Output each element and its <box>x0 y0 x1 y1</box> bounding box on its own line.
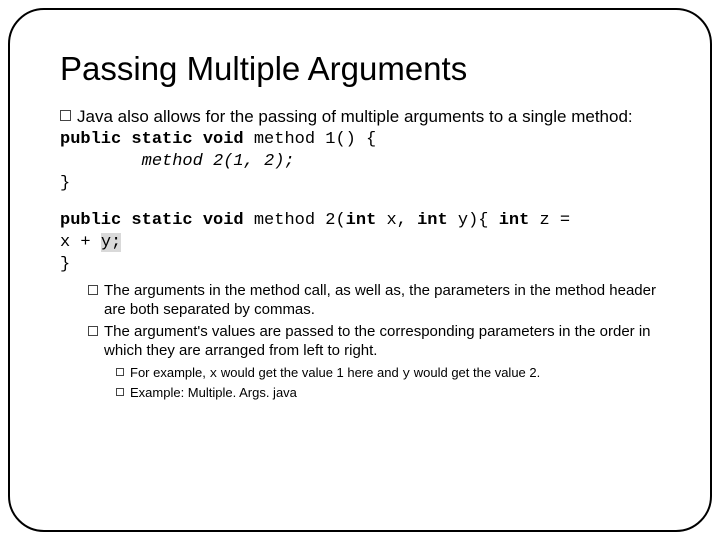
code-call: method 2(1, 2); <box>60 152 295 171</box>
kw-public-static-void-2: public static void <box>60 211 244 230</box>
bullet-java-allows: Java also allows for the passing of mult… <box>60 106 660 127</box>
spacer <box>60 196 660 210</box>
subsub-group: For example, x would get the value 1 her… <box>116 365 660 402</box>
sub-bullet-text: The argument's values are passed to the … <box>104 323 660 361</box>
subsub-text: For example, x would get the value 1 her… <box>130 365 660 383</box>
code-close: } <box>60 174 70 193</box>
sub-bullet-text: The arguments in the method call, as wel… <box>104 282 660 320</box>
code2-rest2: x, <box>376 211 417 230</box>
subsub-example-xy: For example, x would get the value 1 her… <box>116 365 660 383</box>
kw-int-y: int <box>417 211 448 230</box>
subsub-example-file: Example: Multiple. Args. java <box>116 385 660 402</box>
bullet-text: Java also allows for the passing of mult… <box>77 106 660 127</box>
code-block-method2: public static void method 2(int x, int y… <box>60 210 660 276</box>
code-block-method1: public static void method 1() { method 2… <box>60 129 660 195</box>
sub-bullet-order: The argument's values are passed to the … <box>88 323 660 361</box>
slide-frame: Passing Multiple Arguments Java also all… <box>8 8 712 532</box>
kw-int-x: int <box>346 211 377 230</box>
subsub1-b: would get the value 1 here and <box>217 365 402 380</box>
subsub1-c: would get the value 2. <box>410 365 540 380</box>
code2-close: } <box>60 255 70 274</box>
inline-code-y: y <box>402 366 410 381</box>
code2-highlight-y: y; <box>101 233 121 252</box>
code2-rest3: y){ <box>448 211 499 230</box>
sub-bullet-commas: The arguments in the method call, as wel… <box>88 282 660 320</box>
square-bullet-icon <box>88 285 98 295</box>
kw-int-z: int <box>499 211 530 230</box>
code-sig-rest: method 1() { <box>244 130 377 149</box>
subsub-text: Example: Multiple. Args. java <box>130 385 660 402</box>
square-bullet-icon <box>116 368 124 376</box>
sub-bullet-group: The arguments in the method call, as wel… <box>88 282 660 402</box>
kw-public-static-void: public static void <box>60 130 244 149</box>
subsub1-a: For example, <box>130 365 209 380</box>
code2-rest1: method 2( <box>244 211 346 230</box>
square-bullet-icon <box>116 388 124 396</box>
code2-rest4: z = <box>529 211 580 230</box>
square-bullet-icon <box>88 326 98 336</box>
square-bullet-icon <box>60 110 71 121</box>
slide-title: Passing Multiple Arguments <box>60 50 660 88</box>
code2-body1: x + <box>60 233 101 252</box>
